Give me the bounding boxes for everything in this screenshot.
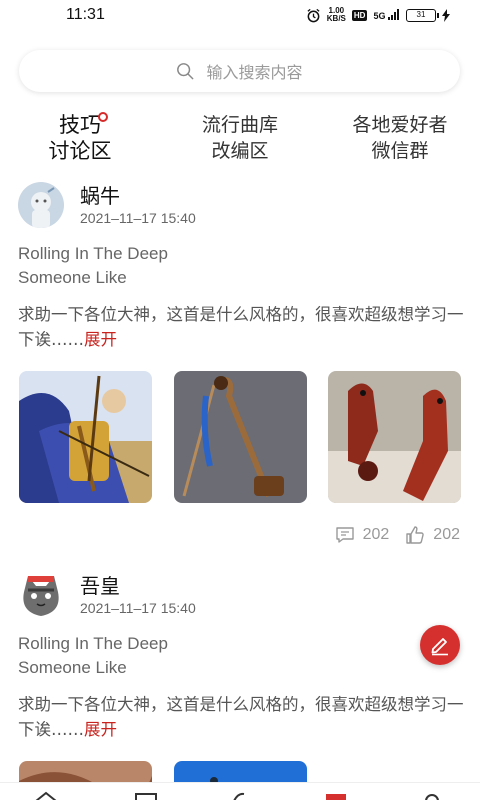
avatar[interactable]: [18, 572, 64, 618]
tab-popular-library[interactable]: 流行曲库 改编区: [190, 112, 290, 164]
post-time: 2021–11–17 15:40: [80, 600, 196, 616]
edit-icon: [431, 638, 448, 656]
expand-link[interactable]: 展开: [84, 720, 117, 739]
bottom-navigation: [0, 782, 480, 800]
community-icon[interactable]: [324, 791, 348, 800]
comment-icon: [335, 527, 354, 543]
song-title: Someone Like: [18, 658, 127, 677]
post-image[interactable]: [328, 371, 461, 503]
tab-skills-discussion[interactable]: 技巧 讨论区: [40, 112, 120, 164]
search-bar[interactable]: 输入搜索内容: [19, 50, 460, 92]
signal-icon: 5G: [373, 9, 400, 21]
search-icon: [177, 63, 194, 80]
network-speed: 1.00 KB/S: [326, 6, 346, 23]
author-name[interactable]: 吾皇: [80, 570, 120, 599]
song-title: Rolling In The Deep: [18, 634, 168, 653]
status-icons: 1.00 KB/S HD 5G 31: [306, 7, 450, 23]
notification-dot: [98, 112, 108, 122]
music-icon[interactable]: [228, 791, 252, 800]
expand-link[interactable]: 展开: [84, 330, 117, 349]
thumbs-up-icon: [406, 526, 425, 544]
category-tabs: 技巧 讨论区 流行曲库 改编区 各地爱好者 微信群: [0, 108, 480, 168]
charging-icon: [442, 8, 450, 22]
library-icon[interactable]: [134, 791, 158, 800]
song-title: Someone Like: [18, 268, 127, 287]
post-body: 求助一下各位大神，这首是什么风格的，很喜欢超级想学习一下诶……展开: [18, 305, 464, 349]
comment-button[interactable]: 202: [335, 525, 390, 545]
status-time: 11:31: [66, 6, 105, 23]
song-title: Rolling In The Deep: [18, 244, 168, 263]
status-bar: 11:31 1.00 KB/S HD 5G 31: [0, 0, 480, 34]
post-image[interactable]: [174, 371, 307, 503]
hd-badge: HD: [351, 9, 368, 21]
tab-wechat-groups[interactable]: 各地爱好者 微信群: [345, 112, 455, 164]
post-image[interactable]: [19, 371, 152, 503]
like-button[interactable]: 202: [405, 525, 460, 545]
post-body: 求助一下各位大神，这首是什么风格的，很喜欢超级想学习一下诶……展开: [18, 695, 464, 739]
home-icon[interactable]: [34, 791, 58, 800]
post-stats: 202 202: [327, 525, 460, 545]
post-time: 2021–11–17 15:40: [80, 210, 196, 226]
compose-button[interactable]: [420, 625, 460, 665]
profile-icon[interactable]: [420, 791, 444, 800]
like-count: 202: [433, 526, 460, 543]
battery-icon: 31: [406, 8, 439, 22]
avatar[interactable]: [18, 182, 64, 228]
alarm-icon: [307, 8, 320, 22]
search-placeholder: 输入搜索内容: [206, 63, 303, 82]
comment-count: 202: [362, 526, 390, 543]
author-name[interactable]: 蜗牛: [80, 180, 120, 209]
